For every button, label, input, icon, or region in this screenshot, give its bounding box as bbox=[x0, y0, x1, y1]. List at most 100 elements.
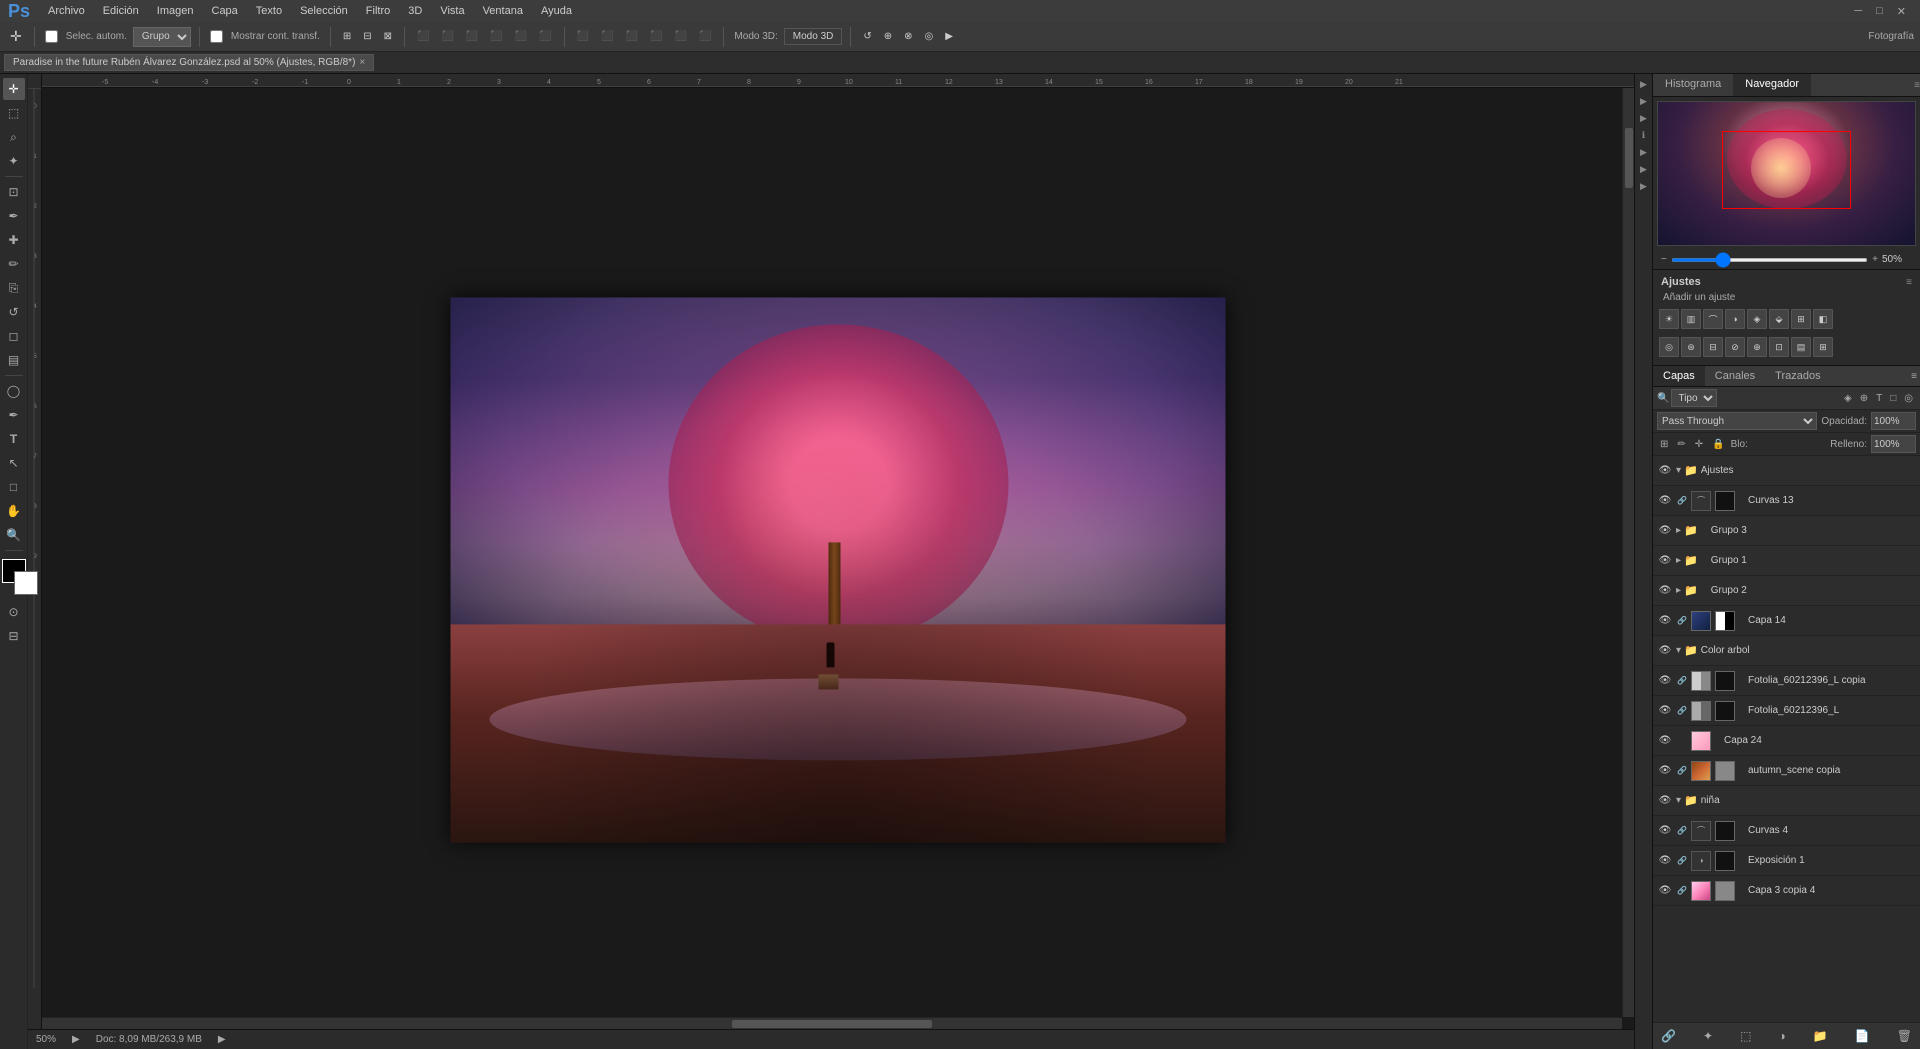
heal-tool[interactable]: ✚ bbox=[3, 229, 25, 251]
pan-3d-btn[interactable]: ⊕ bbox=[880, 29, 896, 44]
side-icon-info[interactable]: ℹ bbox=[1636, 127, 1652, 143]
filter-adj-btn[interactable]: ⊕ bbox=[1857, 392, 1871, 405]
side-icon-1[interactable]: ▶ bbox=[1636, 76, 1652, 92]
adj-hsl[interactable]: ⬙ bbox=[1769, 309, 1789, 329]
eyedropper-tool[interactable]: ✒ bbox=[3, 205, 25, 227]
hscroll-thumb[interactable] bbox=[732, 1020, 932, 1028]
layer-eye-capa24[interactable]: 👁 bbox=[1657, 733, 1673, 749]
adj-vibrance[interactable]: ◈ bbox=[1747, 309, 1767, 329]
vertical-scrollbar[interactable] bbox=[1622, 88, 1634, 1017]
adj-menu-btn[interactable]: ≡ bbox=[1906, 277, 1912, 288]
vscroll-thumb[interactable] bbox=[1625, 128, 1633, 188]
rotate-3d-btn[interactable]: ↺ bbox=[859, 29, 875, 44]
new-layer-btn[interactable]: 📄 bbox=[1851, 1027, 1874, 1045]
filter-type-btn[interactable]: T bbox=[1873, 392, 1885, 405]
zoom-out-icon[interactable]: − bbox=[1661, 254, 1667, 265]
layer-item-autumn[interactable]: 👁 🔗 autumn_scene copia bbox=[1653, 756, 1920, 786]
layer-eye-autumn[interactable]: 👁 bbox=[1657, 763, 1673, 779]
side-icon-histogram[interactable]: ▶ bbox=[1636, 110, 1652, 126]
distribute-btn-1[interactable]: ⬛ bbox=[573, 29, 593, 44]
clone-tool[interactable]: ⎘ bbox=[3, 277, 25, 299]
brush-tool[interactable]: ✏ bbox=[3, 253, 25, 275]
side-icon-2[interactable]: ▶ bbox=[1636, 93, 1652, 109]
align-top-btn[interactable]: ⬛ bbox=[486, 29, 506, 44]
adj-brightness[interactable]: ☀ bbox=[1659, 309, 1679, 329]
distribute-btn-2[interactable]: ⬛ bbox=[597, 29, 617, 44]
artwork-canvas[interactable] bbox=[451, 297, 1226, 842]
layer-eye-fotolia-copia[interactable]: 👁 bbox=[1657, 673, 1673, 689]
layer-expand-color-arbol[interactable]: ▾ bbox=[1676, 645, 1681, 656]
layer-eye-grupo2[interactable]: 👁 bbox=[1657, 583, 1673, 599]
align-center-btn[interactable]: ⬛ bbox=[437, 29, 457, 44]
zoom-in-icon[interactable]: + bbox=[1872, 254, 1878, 265]
new-fill-btn[interactable]: ◑ bbox=[1774, 1027, 1789, 1045]
path-tool[interactable]: ↖ bbox=[3, 452, 25, 474]
arrow-right[interactable]: ▶ bbox=[218, 1034, 226, 1045]
side-icon-adj[interactable]: ▶ bbox=[1636, 144, 1652, 160]
link-layers-btn[interactable]: 🔗 bbox=[1657, 1027, 1680, 1045]
menu-archivo[interactable]: Archivo bbox=[40, 3, 93, 19]
adj-threshold[interactable]: ⊡ bbox=[1769, 337, 1789, 357]
move-tool[interactable]: ✛ bbox=[3, 78, 25, 100]
layers-menu-btn[interactable]: ≡ bbox=[1908, 366, 1920, 386]
layer-item-color-arbol[interactable]: 👁 ▾ 📁 Color arbol bbox=[1653, 636, 1920, 666]
layer-item-fotolia-copia[interactable]: 👁 🔗 Fotolia_60212396_L copia bbox=[1653, 666, 1920, 696]
layer-item-grupo3[interactable]: 👁 ▸ 📁 Grupo 3 bbox=[1653, 516, 1920, 546]
auto-select-checkbox[interactable] bbox=[45, 30, 58, 43]
layer-expand-grupo1[interactable]: ▸ bbox=[1676, 555, 1681, 566]
mode-3d-btn[interactable]: Modo 3D bbox=[784, 28, 843, 45]
tab-capas[interactable]: Capas bbox=[1653, 366, 1705, 386]
distribute-btn-5[interactable]: ⬛ bbox=[671, 29, 691, 44]
layer-eye-ajustes[interactable]: 👁 bbox=[1657, 463, 1673, 479]
layer-expand-grupo2[interactable]: ▸ bbox=[1676, 585, 1681, 596]
adj-posterize[interactable]: ⊕ bbox=[1747, 337, 1767, 357]
dodge-tool[interactable]: ◯ bbox=[3, 380, 25, 402]
lock-artboard-btn[interactable]: 🔒 bbox=[1709, 438, 1727, 451]
align-btn-2[interactable]: ⊟ bbox=[359, 29, 375, 44]
move-tool-btn[interactable]: ✛ bbox=[6, 26, 26, 47]
lock-transparent-btn[interactable]: ⊞ bbox=[1657, 438, 1671, 451]
opacity-input[interactable]: 100% bbox=[1871, 412, 1916, 430]
menu-capa[interactable]: Capa bbox=[204, 3, 246, 19]
menu-edicion[interactable]: Edición bbox=[95, 3, 147, 19]
magic-wand-tool[interactable]: ✦ bbox=[3, 150, 25, 172]
canvas-scroll[interactable] bbox=[42, 88, 1634, 1029]
panel-menu-btn[interactable]: ≡ bbox=[1914, 74, 1920, 96]
menu-imagen[interactable]: Imagen bbox=[149, 3, 202, 19]
window-restore[interactable]: □ bbox=[1870, 5, 1889, 17]
side-icon-5[interactable]: ▶ bbox=[1636, 161, 1652, 177]
quick-mask-btn[interactable]: ⊙ bbox=[3, 601, 25, 623]
layer-item-capa3copia4[interactable]: 👁 🔗 Capa 3 copia 4 bbox=[1653, 876, 1920, 906]
adj-gradient-map[interactable]: ▤ bbox=[1791, 337, 1811, 357]
zoom-expand-icon[interactable]: ▶ bbox=[72, 1034, 80, 1045]
distribute-btn-6[interactable]: ⬛ bbox=[695, 29, 715, 44]
selection-tool[interactable]: ⬚ bbox=[3, 102, 25, 124]
layer-item-capa24[interactable]: 👁 🔗 Capa 24 bbox=[1653, 726, 1920, 756]
menu-filtro[interactable]: Filtro bbox=[358, 3, 398, 19]
filter-shape-btn[interactable]: □ bbox=[1887, 392, 1899, 405]
selection-type-select[interactable]: Grupo Capa bbox=[133, 27, 191, 47]
window-minimize[interactable]: ─ bbox=[1848, 5, 1868, 17]
zoom-level[interactable]: 50% bbox=[36, 1034, 56, 1045]
video-btn[interactable]: ▶ bbox=[941, 29, 957, 44]
distribute-btn-3[interactable]: ⬛ bbox=[622, 29, 642, 44]
layer-eye-curvas4[interactable]: 👁 bbox=[1657, 823, 1673, 839]
layer-eye-curvas13[interactable]: 👁 bbox=[1657, 493, 1673, 509]
distribute-btn-4[interactable]: ⬛ bbox=[646, 29, 666, 44]
adj-curves[interactable]: ⌒ bbox=[1703, 309, 1723, 329]
document-tab[interactable]: Paradise in the future Rubén Álvarez Gon… bbox=[4, 54, 374, 71]
menu-ayuda[interactable]: Ayuda bbox=[533, 3, 580, 19]
layer-expand-nina[interactable]: ▾ bbox=[1676, 795, 1681, 806]
menu-3d[interactable]: 3D bbox=[400, 3, 430, 19]
transform-checkbox[interactable] bbox=[210, 30, 223, 43]
adj-invert[interactable]: ⊘ bbox=[1725, 337, 1745, 357]
layer-item-curvas4[interactable]: 👁 🔗 ⌒ Curvas 4 bbox=[1653, 816, 1920, 846]
layer-eye-grupo3[interactable]: 👁 bbox=[1657, 523, 1673, 539]
layer-item-exposicion[interactable]: 👁 🔗 ◑ Exposición 1 bbox=[1653, 846, 1920, 876]
history-brush-tool[interactable]: ↺ bbox=[3, 301, 25, 323]
zoom-slider[interactable] bbox=[1671, 258, 1868, 262]
eraser-tool[interactable]: ◻ bbox=[3, 325, 25, 347]
adj-selective-color[interactable]: ⊞ bbox=[1813, 337, 1833, 357]
layer-item-ajustes[interactable]: 👁 ▾ 📁 Ajustes bbox=[1653, 456, 1920, 486]
gradient-tool[interactable]: ▤ bbox=[3, 349, 25, 371]
